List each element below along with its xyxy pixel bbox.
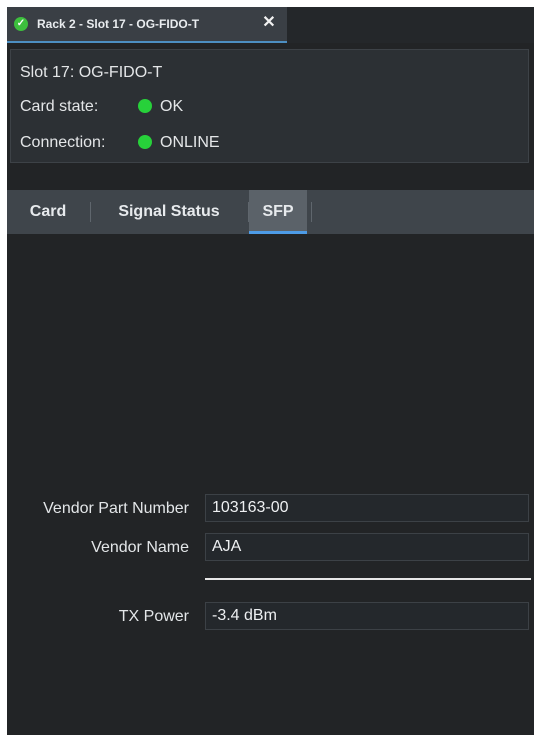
tab-sfp[interactable]: SFP	[249, 190, 307, 234]
card-window: ✓ Rack 2 - Slot 17 - OG-FIDO-T ✕ Slot 17…	[7, 7, 534, 735]
connection-row: Connection: ONLINE	[20, 134, 220, 152]
card-state-value: OK	[160, 98, 184, 115]
card-state-label: Card state:	[20, 98, 99, 115]
vendor-part-number-label: Vendor Part Number	[43, 500, 189, 517]
tab-card[interactable]: Card	[7, 190, 89, 234]
card-state-row: Card state: OK	[20, 98, 183, 116]
tab-divider	[311, 202, 312, 222]
tx-power-label: TX Power	[118, 608, 189, 625]
document-tab-bar: ✓ Rack 2 - Slot 17 - OG-FIDO-T ✕	[7, 7, 534, 43]
status-ok-icon: ✓	[14, 17, 28, 31]
vendor-name-field[interactable]: AJA	[205, 533, 529, 561]
connection-value: ONLINE	[160, 134, 220, 151]
tx-power-field[interactable]: -3.4 dBm	[205, 602, 529, 630]
slot-title: Slot 17: OG-FIDO-T	[20, 64, 163, 81]
document-tab[interactable]: ✓ Rack 2 - Slot 17 - OG-FIDO-T ✕	[7, 7, 287, 43]
sfp-panel: Vendor Part Number 103163-00 Vendor Name…	[7, 234, 534, 735]
field-divider	[205, 578, 531, 580]
connection-indicator-icon	[138, 135, 152, 149]
card-state-indicator-icon	[138, 99, 152, 113]
tab-signal-status[interactable]: Signal Status	[91, 190, 247, 234]
connection-label: Connection:	[20, 134, 106, 151]
vendor-part-number-field[interactable]: 103163-00	[205, 494, 529, 522]
document-tab-title: Rack 2 - Slot 17 - OG-FIDO-T	[37, 17, 200, 31]
card-info-panel: Slot 17: OG-FIDO-T Card state: OK Connect…	[10, 49, 529, 163]
vendor-name-label: Vendor Name	[91, 539, 189, 556]
section-tabs: Card Signal Status SFP	[7, 190, 534, 234]
close-icon[interactable]: ✕	[260, 14, 278, 32]
